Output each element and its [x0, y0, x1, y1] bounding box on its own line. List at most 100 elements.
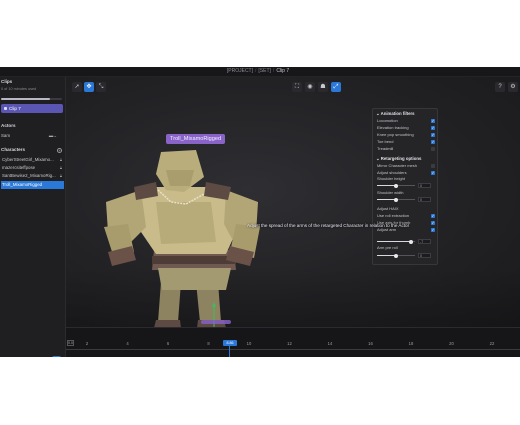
clips-heading: Clips	[1, 79, 13, 84]
timeline-start-value[interactable]: 0.0	[67, 340, 74, 346]
filter-treadmill[interactable]: Treadmill	[377, 146, 437, 152]
actor-name: Sam	[1, 133, 11, 138]
timeline-tick-label: 12	[287, 341, 292, 346]
select-tool-icon[interactable]: ➚	[72, 82, 82, 92]
lock-icon: 🔒︎	[59, 157, 62, 162]
checkbox[interactable]: ✓	[431, 228, 435, 232]
arm-pre-roll-value[interactable]: 0	[418, 253, 431, 258]
checkbox[interactable]: ✓	[431, 171, 435, 175]
slider-knob[interactable]	[394, 253, 398, 258]
scale-tool-icon[interactable]: ⤡	[96, 82, 106, 92]
playhead[interactable]: 8.86	[223, 340, 237, 346]
timeline-tick-label: 8	[207, 341, 210, 346]
shoulder-height-slider[interactable]	[377, 183, 415, 188]
shoulder-height-value[interactable]: 0	[418, 183, 431, 188]
checkbox[interactable]: ✓	[431, 119, 435, 123]
breadcrumb-current: Clip 7	[276, 68, 290, 74]
viewport-right-tools: ? ⚙	[495, 82, 518, 92]
checkbox[interactable]: ✓	[431, 140, 435, 144]
character-item[interactable]: CyberStreetGirl_Mixamo... 🔒︎	[1, 156, 64, 164]
option-label: Adjust shoulders	[377, 170, 407, 175]
actors-heading: Actors	[1, 123, 16, 128]
character-name: CyberStreetGirl_Mixamo...	[2, 157, 54, 162]
troll-character-model[interactable]	[86, 132, 276, 327]
filter-locomotion[interactable]: Locomotion ✓	[377, 118, 437, 124]
settings-icon[interactable]: ⚙	[508, 82, 518, 92]
retarget-icon[interactable]: ⤢	[331, 82, 341, 92]
help-icon[interactable]: ?	[495, 82, 505, 92]
animation-filters-heading[interactable]: ⌄ Animation filters	[376, 111, 415, 117]
checkbox[interactable]: ✓	[431, 214, 435, 218]
add-character-icon[interactable]: +	[57, 148, 62, 153]
motion-capture-app: [PROJECT] / [SET] / Clip 7 Clips 0 of 10 min…	[0, 67, 520, 357]
actor-item[interactable]: Sam ▬⌄	[1, 133, 63, 140]
checkbox[interactable]	[431, 164, 435, 168]
filter-elevation[interactable]: Elevation tracking ✓	[377, 125, 437, 131]
viewport-view-tools: ⛶ ◉ ☗ ⤢	[292, 82, 341, 92]
timeline-tick-label: 6	[166, 341, 170, 346]
retarget-tool-button[interactable]: ⤢	[52, 356, 61, 357]
viewport-3d[interactable]: ➚ ✥ ⤡ ⛶ ◉ ☗ ⤢ ? ⚙ Troll_MixamoRigged ⌄ A…	[66, 77, 520, 327]
arm-pre-roll-label: Arm pre roll	[377, 245, 398, 250]
visibility-icon[interactable]: ◉	[305, 82, 315, 92]
mirror-option[interactable]: Mirror Character mesh	[377, 163, 437, 169]
arm-spread-slider[interactable]	[377, 239, 415, 244]
checkbox[interactable]: ✓	[431, 126, 435, 130]
arm-pre-roll-slider[interactable]	[377, 253, 415, 258]
sidebar: Clips 0 of 10 minutes used Clip 7 Actors…	[0, 77, 66, 357]
clip-item[interactable]: Clip 7	[1, 104, 63, 113]
character-name: SantBewise2_MixamoRig...	[2, 173, 56, 178]
lock-icon: 🔒︎	[59, 165, 62, 170]
retargeting-heading[interactable]: ⌄ Retargeting options	[376, 156, 421, 162]
clips-usage: 0 of 10 minutes used	[1, 87, 37, 91]
slider-knob[interactable]	[409, 239, 414, 244]
character-base-marker	[201, 320, 231, 324]
shoulder-width-slider[interactable]	[377, 197, 415, 202]
filter-label: Locomotion	[377, 118, 398, 123]
breadcrumb-project[interactable]: [PROJECT]	[227, 68, 253, 74]
top-bar: [PROJECT] / [SET] / Clip 7	[0, 67, 520, 77]
character-item[interactable]: SantBewise2_MixamoRig... 🔒︎	[1, 172, 64, 180]
checkbox[interactable]: ✓	[431, 133, 435, 137]
adjust-hands-option: Adjust HAIX	[377, 206, 399, 211]
character-item-selected[interactable]: Troll_MixamoRigged	[1, 181, 64, 189]
slider-fill	[377, 241, 412, 242]
character-name-label[interactable]: Troll_MixamoRigged	[166, 134, 226, 144]
option-label: Use roll extraction	[377, 213, 410, 218]
move-tool-icon[interactable]: ✥	[84, 82, 94, 92]
shoulder-width-value[interactable]: 0	[418, 197, 431, 202]
breadcrumb: [PROJECT] / [SET] / Clip 7	[226, 68, 290, 74]
timeline-tick-label: 10	[246, 341, 252, 346]
timeline-track[interactable]	[66, 349, 520, 350]
filter-toe-bend[interactable]: Toe bend ✓	[377, 139, 437, 145]
retarget-panel: ⌄ Animation filters Locomotion ✓ Elevatio…	[372, 108, 438, 265]
playhead-line	[229, 346, 230, 357]
shoulder-height-label: Shoulder height	[377, 176, 406, 181]
timeline-tick-label: 14	[327, 341, 333, 346]
filter-label: Knee pop smoothing	[377, 132, 414, 137]
filter-label: Treadmill	[377, 146, 394, 151]
slider-knob[interactable]	[394, 183, 398, 188]
filter-knee-pop[interactable]: Knee pop smoothing ✓	[377, 132, 437, 138]
usage-bar	[1, 98, 62, 100]
clip-icon	[4, 107, 7, 111]
arm-spread-value[interactable]: -7	[418, 239, 431, 244]
arm-spread-tooltip: Adjust the spread of the arms of the ret…	[247, 223, 410, 228]
actor-options-icon[interactable]: ▬⌄	[49, 133, 57, 139]
breadcrumb-set[interactable]: [SET]	[258, 68, 271, 74]
filter-label: Toe bend	[377, 139, 394, 144]
use-roll-option[interactable]: Use roll extraction ✓	[377, 213, 437, 219]
checkbox[interactable]	[431, 147, 435, 151]
timeline-tick-label: 18	[408, 341, 414, 346]
checkbox[interactable]: ✓	[431, 221, 435, 225]
timeline-tick-label: 2	[85, 341, 89, 346]
usage-bar-fill	[1, 98, 50, 100]
shoulder-width-label: Shoulder width	[377, 190, 404, 195]
slider-knob[interactable]	[394, 197, 398, 202]
character-name: Troll_MixamoRigged	[2, 182, 43, 187]
frame-icon[interactable]: ⛶	[292, 82, 302, 92]
timeline-tick-label: 22	[489, 341, 495, 346]
character-display-icon[interactable]: ☗	[318, 82, 328, 92]
timeline[interactable]: 0.0 2 4 6 8 10 12 14 16 18 20 22 8.86	[66, 327, 520, 357]
character-item[interactable]: mazercsiteffpose 🔒︎	[1, 164, 64, 172]
